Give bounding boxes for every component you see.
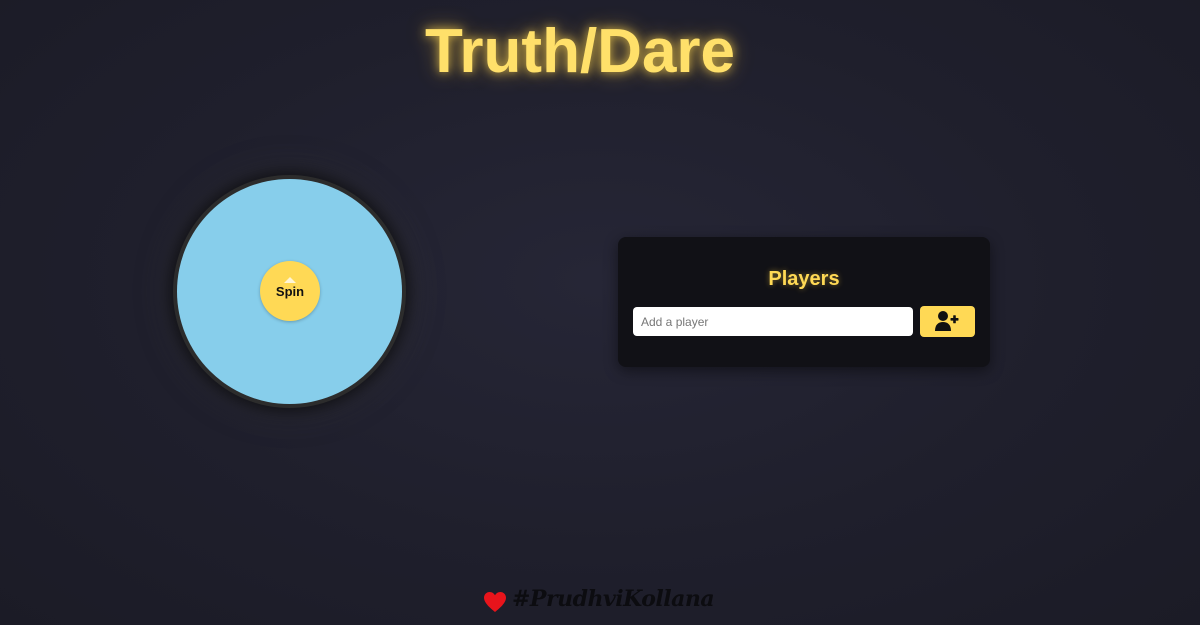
heart-icon xyxy=(484,592,506,612)
footer: #PrudhviKollana xyxy=(483,586,715,620)
caret-up-icon xyxy=(284,277,296,283)
add-player-button[interactable] xyxy=(920,306,975,337)
players-heading: Players xyxy=(768,268,840,290)
players-panel: Players xyxy=(618,237,990,367)
page-title: Truth/Dare xyxy=(424,17,736,86)
spin-button-label: Spin xyxy=(275,284,305,299)
add-player-input[interactable] xyxy=(633,307,913,336)
spin-button[interactable]: Spin xyxy=(260,261,320,321)
user-plus-icon xyxy=(935,311,959,331)
footer-credit: #PrudhviKollana xyxy=(512,586,715,612)
